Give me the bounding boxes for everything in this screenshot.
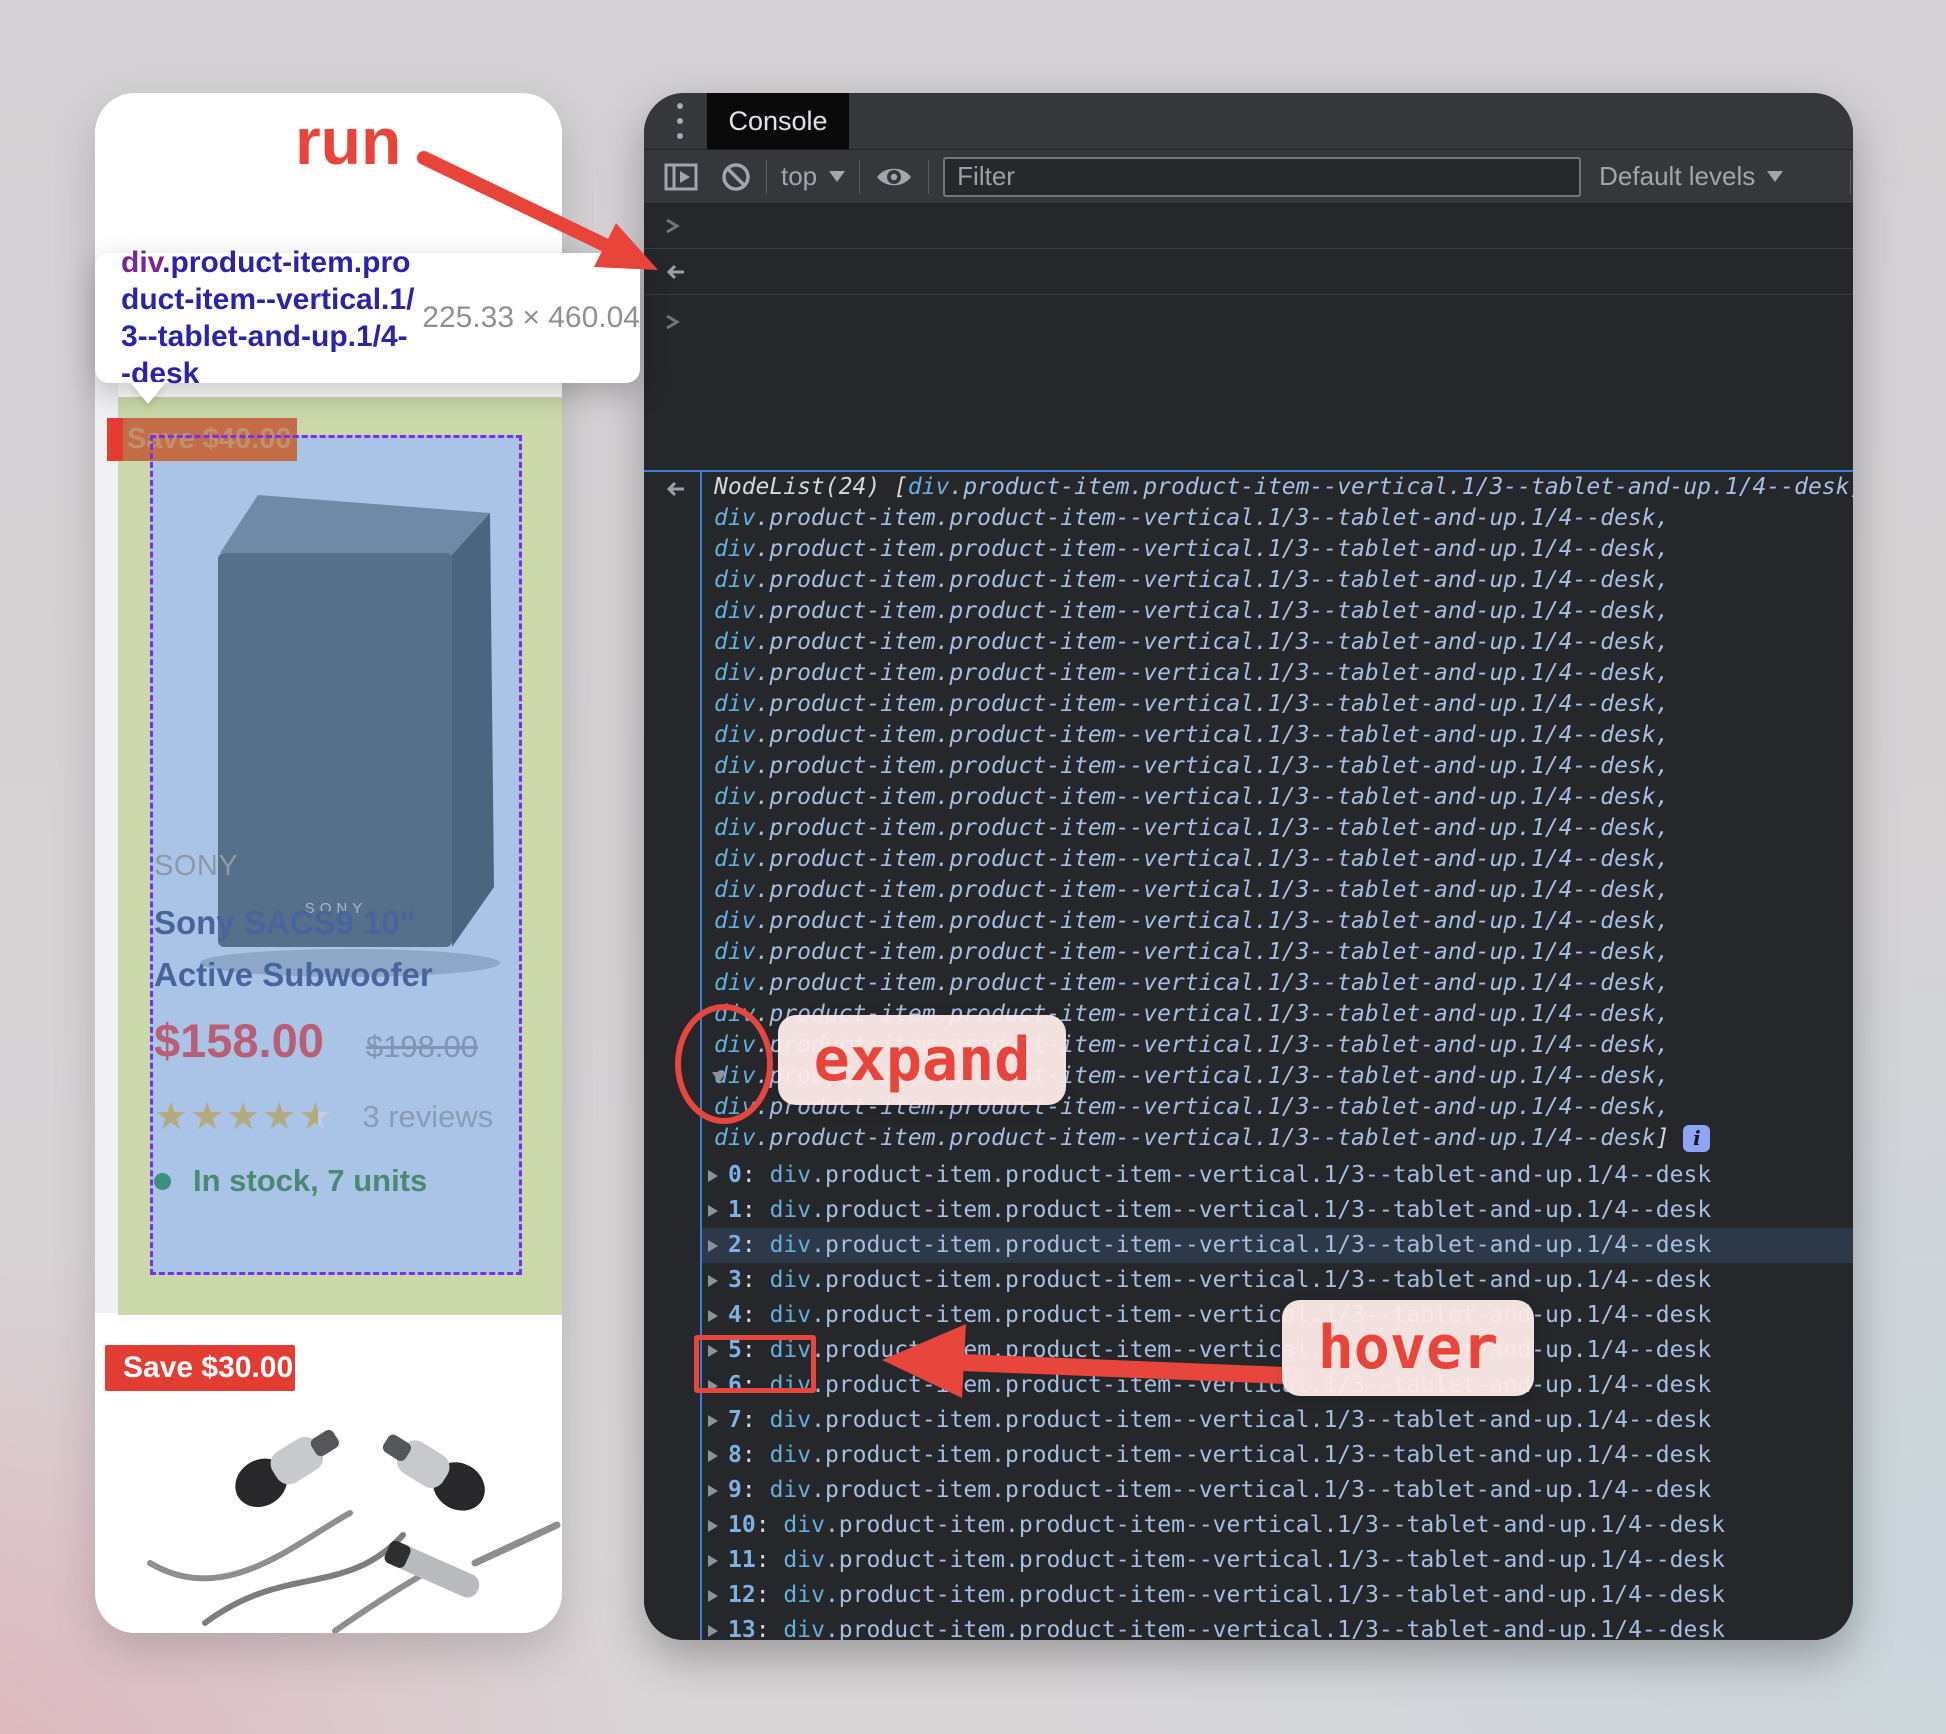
inspect-margin-overlay xyxy=(123,418,297,461)
nodelist-entry-row[interactable]: 1: div .product-item.product-item--vertic… xyxy=(702,1193,1853,1228)
annotation-red-box xyxy=(694,1335,816,1393)
annotation-expand-label: expand xyxy=(778,1015,1066,1105)
nodelist-entry-row[interactable]: 4: div .product-item.product-item--vertic… xyxy=(702,1298,1853,1333)
expand-triangle-icon xyxy=(708,1624,718,1637)
console-command: document.querySelectorAll('.product-item… xyxy=(644,295,1853,348)
tooltip-selector: div.product-item.product-item--vertical.… xyxy=(121,246,415,390)
expand-triangle-icon xyxy=(708,1449,718,1462)
nodelist-entry-row[interactable]: 13: div .product-item.product-item--verti… xyxy=(702,1613,1853,1640)
console-command: document.querySelector('.product-item') xyxy=(644,204,1853,248)
expand-triangle-icon xyxy=(708,1554,718,1567)
more-options-icon[interactable] xyxy=(670,103,690,139)
expand-triangle-icon xyxy=(708,1239,718,1252)
nodelist-array-line: div.product-item.product-item--vertical.… xyxy=(714,939,1670,965)
console-toolbar: top Default levels xyxy=(644,150,1853,204)
nodelist-array-line: div.product-item.product-item--vertical.… xyxy=(714,598,1670,624)
nodelist-entry-row[interactable]: 7: div .product-item.product-item--vertic… xyxy=(702,1403,1853,1438)
save-badge-bottom: Save $30.00 xyxy=(105,1345,295,1391)
nodelist-entry-row[interactable]: 9: div .product-item.product-item--vertic… xyxy=(702,1473,1853,1508)
price-row: $158.00 $198.00 xyxy=(154,1013,478,1068)
annotation-run-label: run xyxy=(295,104,402,178)
nodelist-array-line: div.product-item.product-item--vertical.… xyxy=(714,908,1670,934)
context-selector[interactable]: top xyxy=(781,161,846,192)
inspect-padding-overlay: SONY SONY Sony SACS9 10" Active Subwoofe… xyxy=(107,397,562,1315)
console-result: <div class="product-item product-item--v… xyxy=(644,249,1853,294)
inspect-tooltip: div.product-item.product-item--vertical.… xyxy=(95,246,640,390)
filter-input[interactable] xyxy=(943,156,1582,197)
expand-triangle-icon xyxy=(708,1519,718,1532)
nodelist-array-line: div.product-item.product-item--vertical.… xyxy=(714,691,1670,717)
nodelist-array-line: div.product-item.product-item--vertical.… xyxy=(714,536,1670,562)
desktop-background: SONY SONY Sony SACS9 10" Active Subwoofe… xyxy=(0,0,1946,1734)
review-count[interactable]: 3 reviews xyxy=(362,1099,493,1135)
info-icon[interactable]: i xyxy=(1683,1125,1711,1152)
tooltip-dimensions: 225.33 × 460.04 xyxy=(422,301,640,334)
product-title[interactable]: Sony SACS9 10" Active Subwoofer xyxy=(154,897,484,1001)
nodelist-entry-row[interactable]: 5: div .product-item.product-item--vertic… xyxy=(702,1333,1853,1368)
tooltip-pointer xyxy=(130,382,166,404)
product-brand: SONY xyxy=(154,850,239,882)
chevron-down-icon xyxy=(1767,171,1784,182)
star-icons: ★★★★★ ★ xyxy=(154,1096,335,1138)
annotation-hover-label: hover xyxy=(1282,1300,1534,1396)
tab-console[interactable]: Console xyxy=(707,93,849,149)
nodelist-array-line: div.product-item.product-item--vertical.… xyxy=(714,970,1670,996)
devtools-panel: Console top Default levels xyxy=(644,93,1853,1640)
log-levels-selector[interactable]: Default levels xyxy=(1599,161,1784,192)
nodelist-entry-row[interactable]: 12: div .product-item.product-item--verti… xyxy=(702,1578,1853,1613)
nodelist-array-line: div.product-item.product-item--vertical.… xyxy=(714,753,1670,779)
nodelist-array-line: div.product-item.product-item--vertical.… xyxy=(714,629,1670,655)
product-price: $158.00 xyxy=(154,1014,324,1067)
nodelist-array-line-last: div.product-item.product-item--vertical.… xyxy=(702,1123,1853,1154)
nodelist-entry-row[interactable]: 6: div .product-item.product-item--vertic… xyxy=(702,1368,1853,1403)
nodelist-entry-row[interactable]: 0: div .product-item.product-item--vertic… xyxy=(702,1158,1853,1193)
nodelist-array-line: div.product-item.product-item--vertical.… xyxy=(714,815,1670,841)
nodelist-entries: 0: div .product-item.product-item--vertic… xyxy=(702,1158,1853,1640)
nodelist-header-line[interactable]: NodeList(24) [div.product-item.product-i… xyxy=(702,472,1853,503)
expand-triangle-icon xyxy=(708,1274,718,1287)
devtools-tabbar: Console xyxy=(644,93,1853,150)
clear-console-icon[interactable] xyxy=(720,161,752,193)
nodelist-array-line: div.product-item.product-item--vertical.… xyxy=(714,846,1670,872)
chevron-down-icon xyxy=(829,171,846,182)
expand-triangle-icon xyxy=(708,1309,718,1322)
rating-row: ★★★★★ ★ 3 reviews xyxy=(154,1097,493,1137)
save-badge-top: Save $40.00 xyxy=(107,418,297,461)
product-old-price: $198.00 xyxy=(365,1029,478,1064)
stock-status: In stock, 7 units xyxy=(193,1163,428,1198)
in-stock-dot-icon xyxy=(154,1172,171,1190)
nodelist-entry-row[interactable]: 2: div .product-item.product-item--vertic… xyxy=(702,1228,1853,1263)
collapse-triangle-icon[interactable] xyxy=(712,1072,726,1083)
product-image-earbuds[interactable] xyxy=(135,1413,562,1633)
expand-triangle-icon xyxy=(708,1484,718,1497)
nodelist-array-line: div.product-item.product-item--vertical.… xyxy=(714,660,1670,686)
nodelist-array-line: div.product-item.product-item--vertical.… xyxy=(714,505,1670,531)
nodelist-entry-row[interactable]: 10: div .product-item.product-item--verti… xyxy=(702,1508,1853,1543)
expand-triangle-icon xyxy=(708,1204,718,1217)
console-sidebar-toggle-icon[interactable] xyxy=(664,162,698,192)
nodelist-array-line: div.product-item.product-item--vertical.… xyxy=(714,784,1670,810)
nodelist-array-line: div.product-item.product-item--vertical.… xyxy=(714,567,1670,593)
stock-row: In stock, 7 units xyxy=(154,1163,427,1199)
nodelist-entry-row[interactable]: 11: div .product-item.product-item--verti… xyxy=(702,1543,1853,1578)
expand-triangle-icon xyxy=(708,1169,718,1182)
expand-triangle-icon xyxy=(708,1414,718,1427)
console-output: document.querySelector('.product-item') … xyxy=(644,204,1853,1640)
live-expression-eye-icon[interactable] xyxy=(874,163,914,191)
nodelist-array-line: div.product-item.product-item--vertical.… xyxy=(714,877,1670,903)
nodelist-array-line: div.product-item.product-item--vertical.… xyxy=(714,722,1670,748)
expand-triangle-icon xyxy=(708,1589,718,1602)
nodelist-entry-row[interactable]: 8: div .product-item.product-item--vertic… xyxy=(702,1438,1853,1473)
inspect-content-overlay: SONY SONY Sony SACS9 10" Active Subwoofe… xyxy=(150,435,522,1275)
nodelist-entry-row[interactable]: 3: div .product-item.product-item--vertic… xyxy=(702,1263,1853,1298)
